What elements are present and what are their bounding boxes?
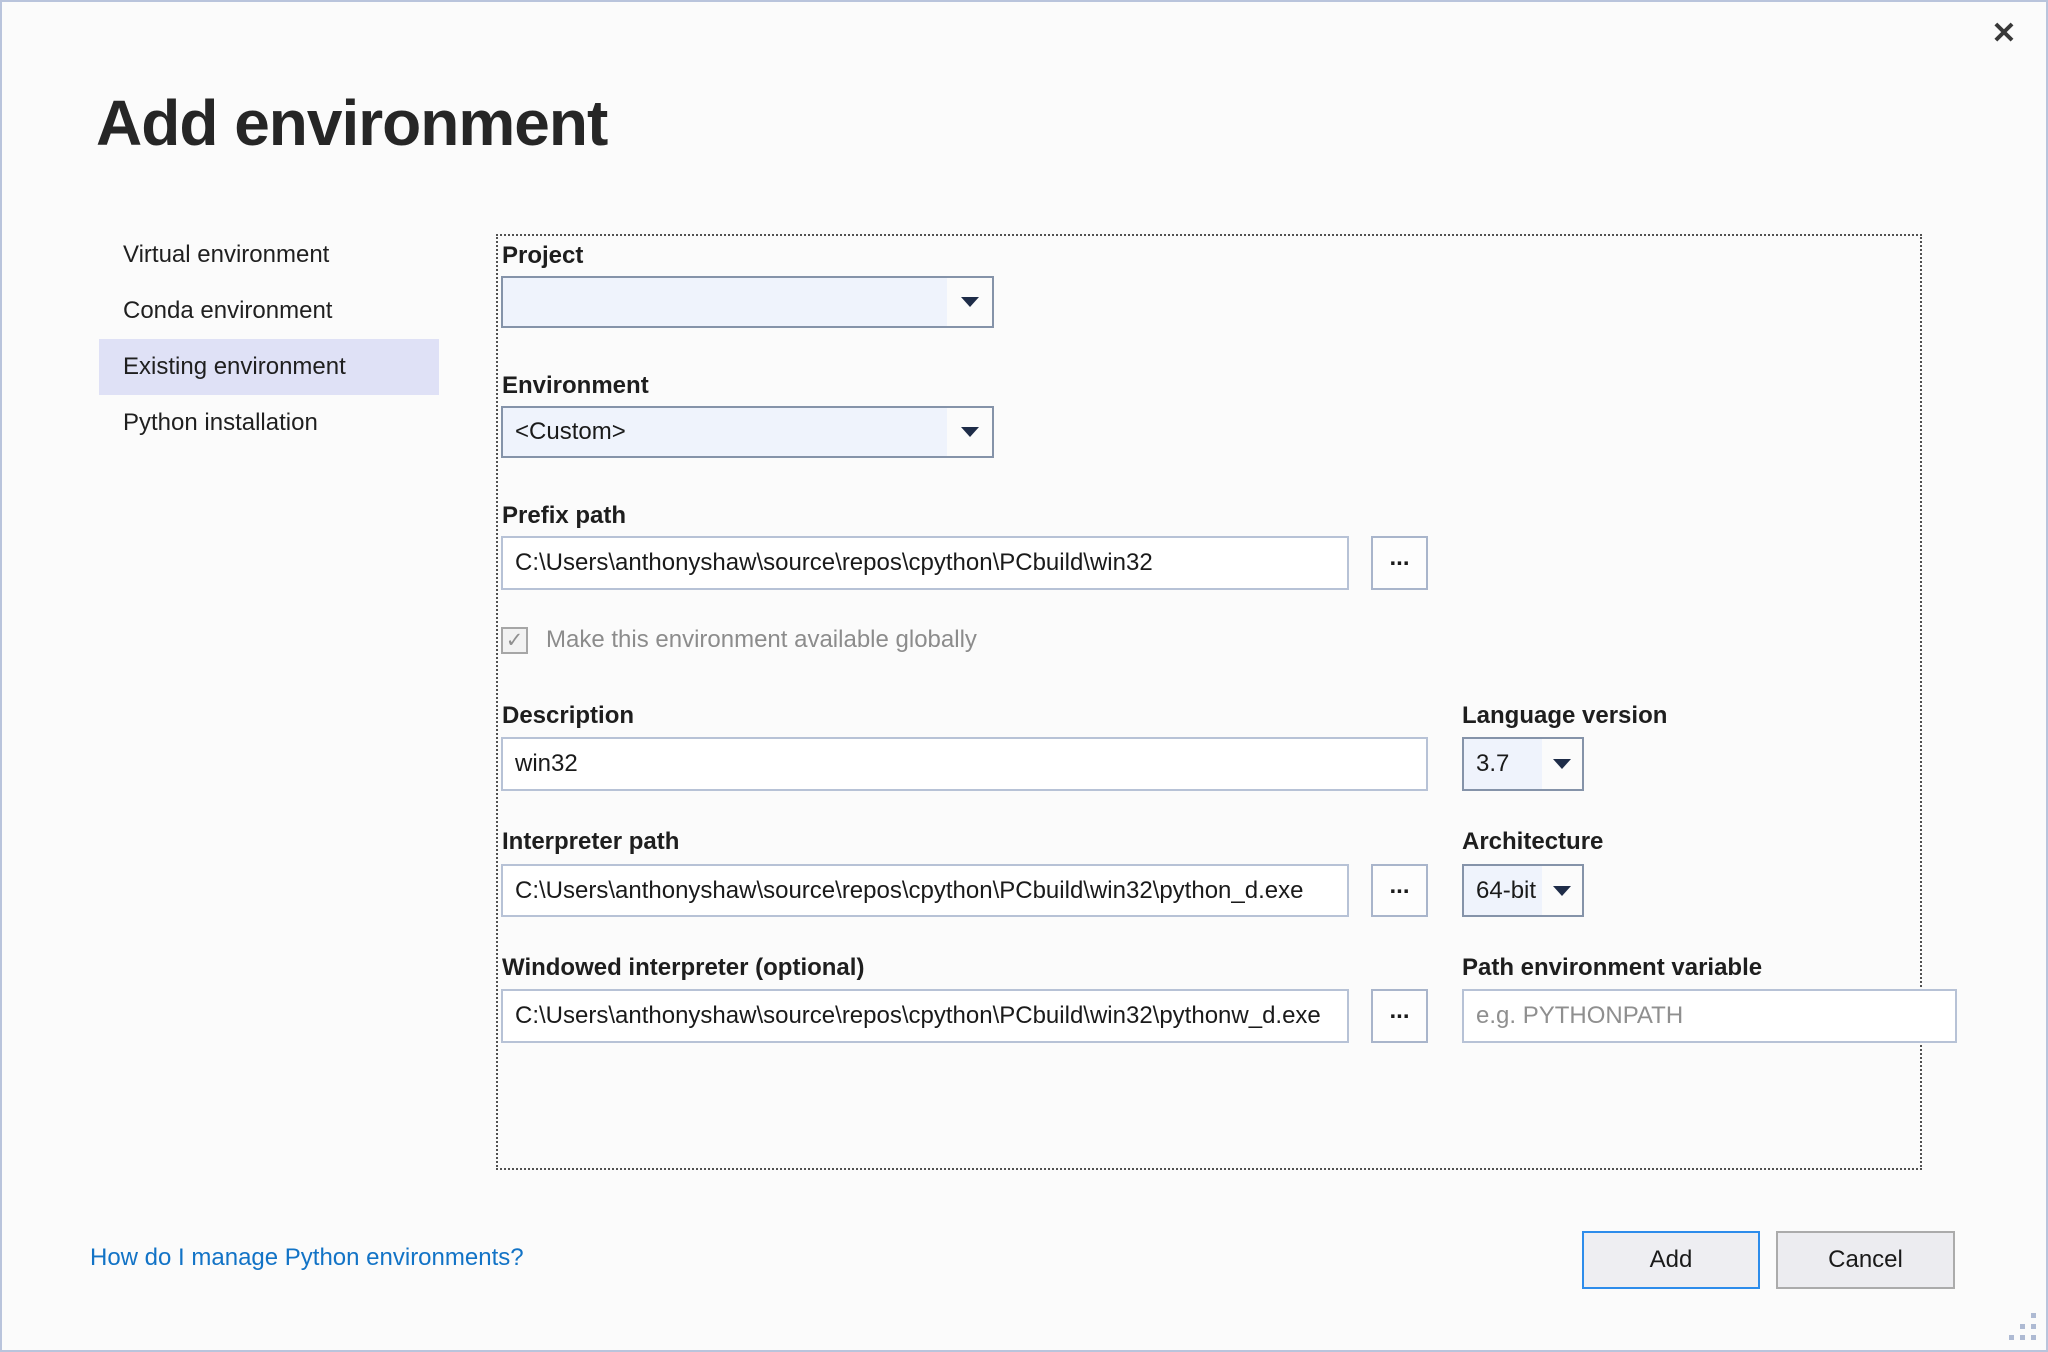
- global-checkbox-row: ✓ Make this environment available global…: [501, 626, 977, 654]
- resize-grip-icon[interactable]: [2031, 1335, 2036, 1340]
- sidebar-item-virtual-environment[interactable]: Virtual environment: [99, 227, 439, 283]
- environment-dropdown[interactable]: <Custom>: [501, 406, 994, 458]
- windowed-interpreter-browse-button[interactable]: ...: [1371, 989, 1428, 1043]
- sidebar-item-existing-environment[interactable]: Existing environment: [99, 339, 439, 395]
- architecture-dropdown[interactable]: 64-bit: [1462, 864, 1584, 917]
- sidebar-item-python-installation[interactable]: Python installation: [99, 395, 439, 451]
- make-available-globally-checkbox[interactable]: ✓: [501, 627, 528, 654]
- language-version-label: Language version: [1462, 702, 1667, 730]
- chevron-down-icon: [1542, 866, 1582, 915]
- prefix-path-label: Prefix path: [502, 502, 626, 530]
- description-label: Description: [502, 702, 634, 730]
- language-version-dropdown-value: 3.7: [1464, 739, 1542, 789]
- environment-dropdown-value: <Custom>: [503, 408, 947, 456]
- page-title: Add environment: [96, 86, 607, 160]
- description-input[interactable]: [501, 737, 1428, 791]
- chevron-down-icon: [947, 278, 992, 326]
- environment-label: Environment: [502, 372, 649, 400]
- add-environment-dialog: ✕ Add environment Virtual environment Co…: [0, 0, 2048, 1352]
- sidebar-item-conda-environment[interactable]: Conda environment: [99, 283, 439, 339]
- interpreter-path-browse-button[interactable]: ...: [1371, 864, 1428, 917]
- architecture-dropdown-value: 64-bit: [1464, 866, 1542, 915]
- project-dropdown-value: [503, 278, 947, 326]
- manage-environments-help-link[interactable]: How do I manage Python environments?: [90, 1244, 524, 1272]
- interpreter-path-label: Interpreter path: [502, 828, 679, 856]
- chevron-down-icon: [947, 408, 992, 456]
- add-button[interactable]: Add: [1582, 1231, 1760, 1289]
- chevron-down-icon: [1542, 739, 1582, 789]
- interpreter-path-input[interactable]: [501, 864, 1349, 917]
- close-icon[interactable]: ✕: [1984, 14, 2024, 54]
- path-env-variable-label: Path environment variable: [1462, 954, 1762, 982]
- project-dropdown[interactable]: [501, 276, 994, 328]
- make-available-globally-label: Make this environment available globally: [546, 626, 977, 654]
- architecture-label: Architecture: [1462, 828, 1603, 856]
- environment-type-list: Virtual environment Conda environment Ex…: [99, 227, 439, 451]
- cancel-button[interactable]: Cancel: [1776, 1231, 1955, 1289]
- project-label: Project: [502, 242, 583, 270]
- prefix-path-browse-button[interactable]: ...: [1371, 536, 1428, 590]
- existing-environment-form: Project Environment <Custom> Prefix path…: [496, 234, 1922, 1170]
- windowed-interpreter-label: Windowed interpreter (optional): [502, 954, 864, 982]
- windowed-interpreter-input[interactable]: [501, 989, 1349, 1043]
- language-version-dropdown[interactable]: 3.7: [1462, 737, 1584, 791]
- prefix-path-input[interactable]: [501, 536, 1349, 590]
- path-env-variable-input[interactable]: [1462, 989, 1957, 1043]
